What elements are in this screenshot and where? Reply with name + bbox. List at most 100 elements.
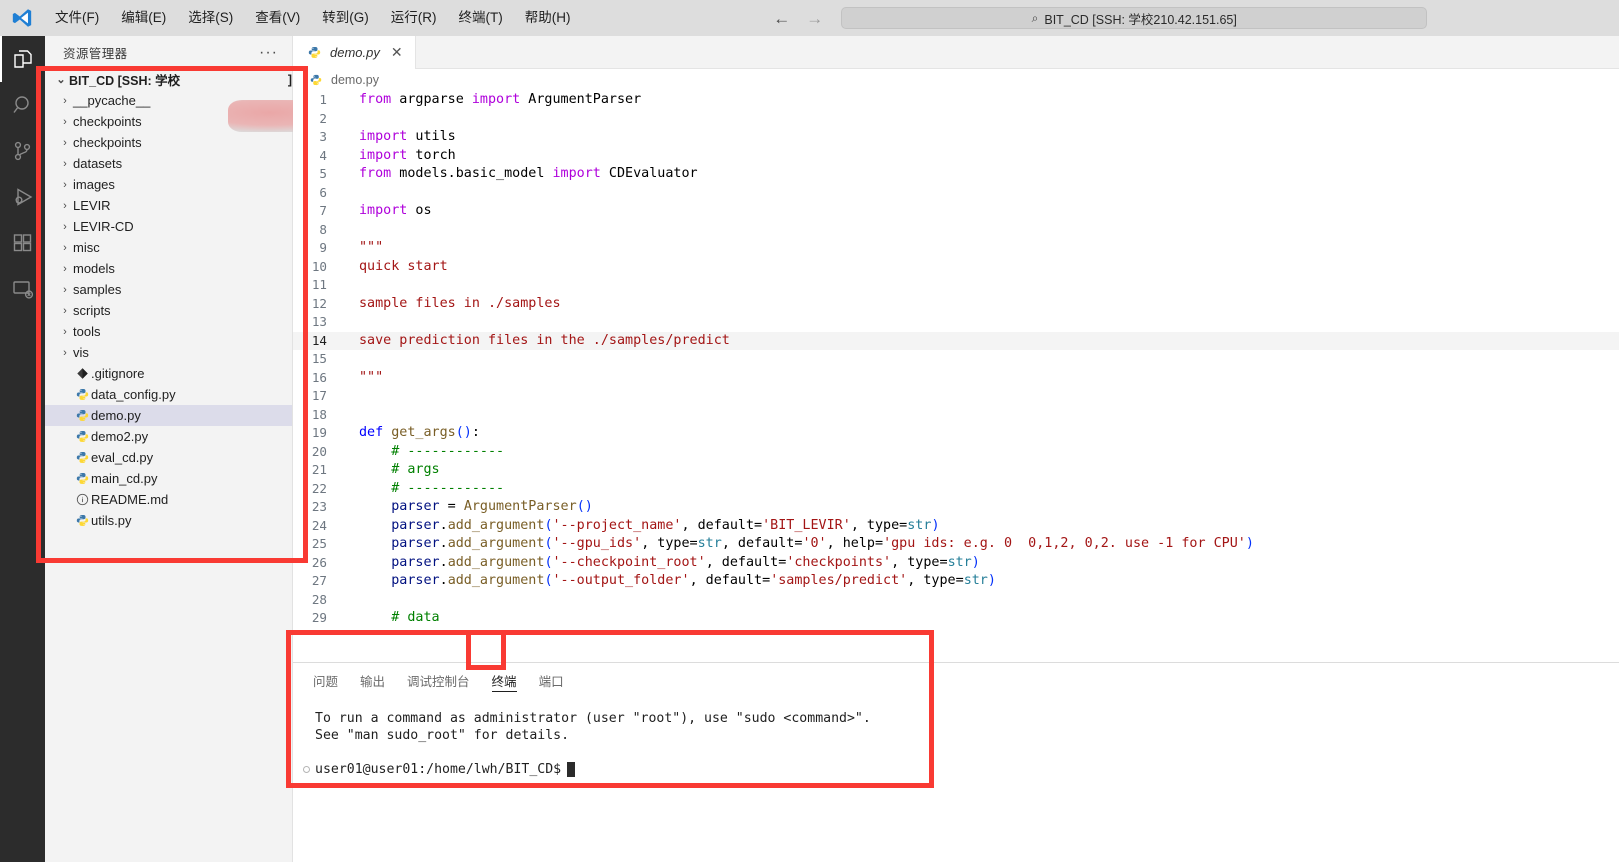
remote-explorer-icon[interactable] [0,266,45,312]
code-line: 8 [293,221,1619,240]
tree-folder-label: images [73,177,115,192]
title-bar: 文件(F) 编辑(E) 选择(S) 查看(V) 转到(G) 运行(R) 终端(T… [0,0,1619,36]
tree-folder[interactable]: › samples [45,279,292,300]
tree-file-utils[interactable]: utils.py [45,510,292,531]
code-line: 27 parser.add_argument('--output_folder'… [293,572,1619,591]
tree-file-main-cd[interactable]: main_cd.py [45,468,292,489]
tree-file-label: main_cd.py [91,471,158,486]
command-center[interactable]: ⌕ BIT_CD [SSH: 学校210.42.151.65] [841,7,1428,29]
source-control-icon[interactable] [0,128,45,174]
line-number: 6 [319,184,327,200]
tree-file-eval-cd[interactable]: eval_cd.py [45,447,292,468]
menu-view[interactable]: 查看(V) [244,5,311,31]
tree-folder[interactable]: › __pycache__ [45,90,292,111]
panel-tab-debug-console[interactable]: 调试控制台 [407,663,470,698]
vscode-window: 文件(F) 编辑(E) 选择(S) 查看(V) 转到(G) 运行(R) 终端(T… [0,0,1619,862]
panel-tab-output[interactable]: 输出 [360,663,385,698]
activity-bar [0,36,45,862]
forward-arrow-icon[interactable]: → [806,10,823,27]
code-line: 25 parser.add_argument('--gpu_ids', type… [293,535,1619,554]
panel-tab-terminal[interactable]: 终端 [491,663,517,698]
line-number: 21 [311,462,327,477]
panel-tab-ports[interactable]: 端口 [539,663,564,698]
editor-tab-label: demo.py [330,45,380,60]
chevron-right-icon[interactable]: › [57,221,73,233]
run-debug-icon[interactable] [0,174,45,220]
tree-folder[interactable]: › models [45,258,292,279]
extensions-icon[interactable] [0,220,45,266]
tree-folder[interactable]: › checkpoints [45,132,292,153]
line-number: 8 [319,221,327,237]
menu-file[interactable]: 文件(F) [44,5,110,31]
python-file-icon [73,451,91,464]
line-number: 16 [311,369,327,385]
tree-folder[interactable]: › LEVIR-CD [45,216,292,237]
code-line: 20 # ------------ [293,443,1619,462]
tree-folder[interactable]: › vis [45,342,292,363]
tree-folder[interactable]: › misc [45,237,292,258]
tree-folder[interactable]: › LEVIR [45,195,292,216]
menu-help[interactable]: 帮助(H) [514,5,582,31]
code-line: 26 parser.add_argument('--checkpoint_roo… [293,554,1619,573]
explorer-title: 资源管理器 [63,47,128,61]
chevron-right-icon[interactable]: › [57,200,73,212]
chevron-right-icon[interactable]: › [57,95,73,107]
code-text: sample files in ./samples [359,295,561,311]
code-line: 17 [293,387,1619,406]
terminal-output[interactable]: To run a command as administrator (user … [293,698,1619,778]
panel-tab-problems[interactable]: 问题 [313,663,338,698]
tree-file-readme[interactable]: README.md [45,489,292,510]
chevron-right-icon[interactable]: › [57,347,73,359]
chevron-right-icon[interactable]: › [57,179,73,191]
bottom-panel: 问题 输出 调试控制台 终端 端口 To run a command as ad… [293,662,1619,862]
line-number: 9 [319,240,327,255]
explorer-icon[interactable] [0,36,45,82]
back-arrow-icon[interactable]: ← [773,10,790,27]
file-tree: ⌄ BIT_CD [SSH: 学校 ] › __pycache__ › checkp… [45,69,292,531]
more-actions-icon[interactable]: ··· [253,44,284,62]
tree-root-bit-cd[interactable]: ⌄ BIT_CD [SSH: 学校 ] [45,69,292,90]
tree-folder-label: samples [73,282,122,297]
line-number: 2 [319,110,327,126]
editor-tab-demo-py[interactable]: demo.py ✕ [293,36,416,69]
tree-file-demo[interactable]: demo.py [45,405,292,426]
tree-folder[interactable]: › images [45,174,292,195]
chevron-right-icon[interactable]: › [57,242,73,254]
menu-selection[interactable]: 选择(S) [177,5,244,31]
menu-edit[interactable]: 编辑(E) [110,5,177,31]
chevron-right-icon[interactable]: › [57,116,73,128]
line-number: 22 [311,480,327,496]
menu-go[interactable]: 转到(G) [311,5,380,31]
terminal-line: To run a command as administrator (user … [315,711,871,726]
code-text: import utils [359,129,456,144]
breadcrumb-label[interactable]: demo.py [331,73,379,87]
search-icon[interactable] [0,82,45,128]
menu-run[interactable]: 运行(R) [380,5,448,31]
line-number: 29 [311,610,327,625]
chevron-right-icon[interactable]: › [57,137,73,149]
tree-file-gitignore[interactable]: .gitignore [45,363,292,384]
code-line: 11 [293,276,1619,295]
tree-file-label: demo2.py [91,429,149,444]
chevron-right-icon[interactable]: › [57,158,73,170]
chevron-right-icon[interactable]: › [57,326,73,338]
code-editor[interactable]: 1 from argparse import ArgumentParser 2 3… [293,91,1619,628]
python-file-icon [73,409,91,422]
navigation-arrows: ← → [773,10,823,27]
tree-folder[interactable]: › tools [45,321,292,342]
chevron-right-icon[interactable]: › [57,305,73,317]
tree-folder[interactable]: › datasets [45,153,292,174]
tree-folder[interactable]: › scripts [45,300,292,321]
chevron-down-icon[interactable]: ⌄ [53,73,69,86]
line-number: 20 [311,443,327,459]
close-icon[interactable]: ✕ [387,44,407,61]
menu-terminal[interactable]: 终端(T) [448,5,514,31]
chevron-right-icon[interactable]: › [57,284,73,296]
tree-folder[interactable]: › checkpoints [45,111,292,132]
chevron-right-icon[interactable]: › [57,263,73,275]
tree-file-data-config[interactable]: data_config.py [45,384,292,405]
tree-file-demo2[interactable]: demo2.py [45,426,292,447]
